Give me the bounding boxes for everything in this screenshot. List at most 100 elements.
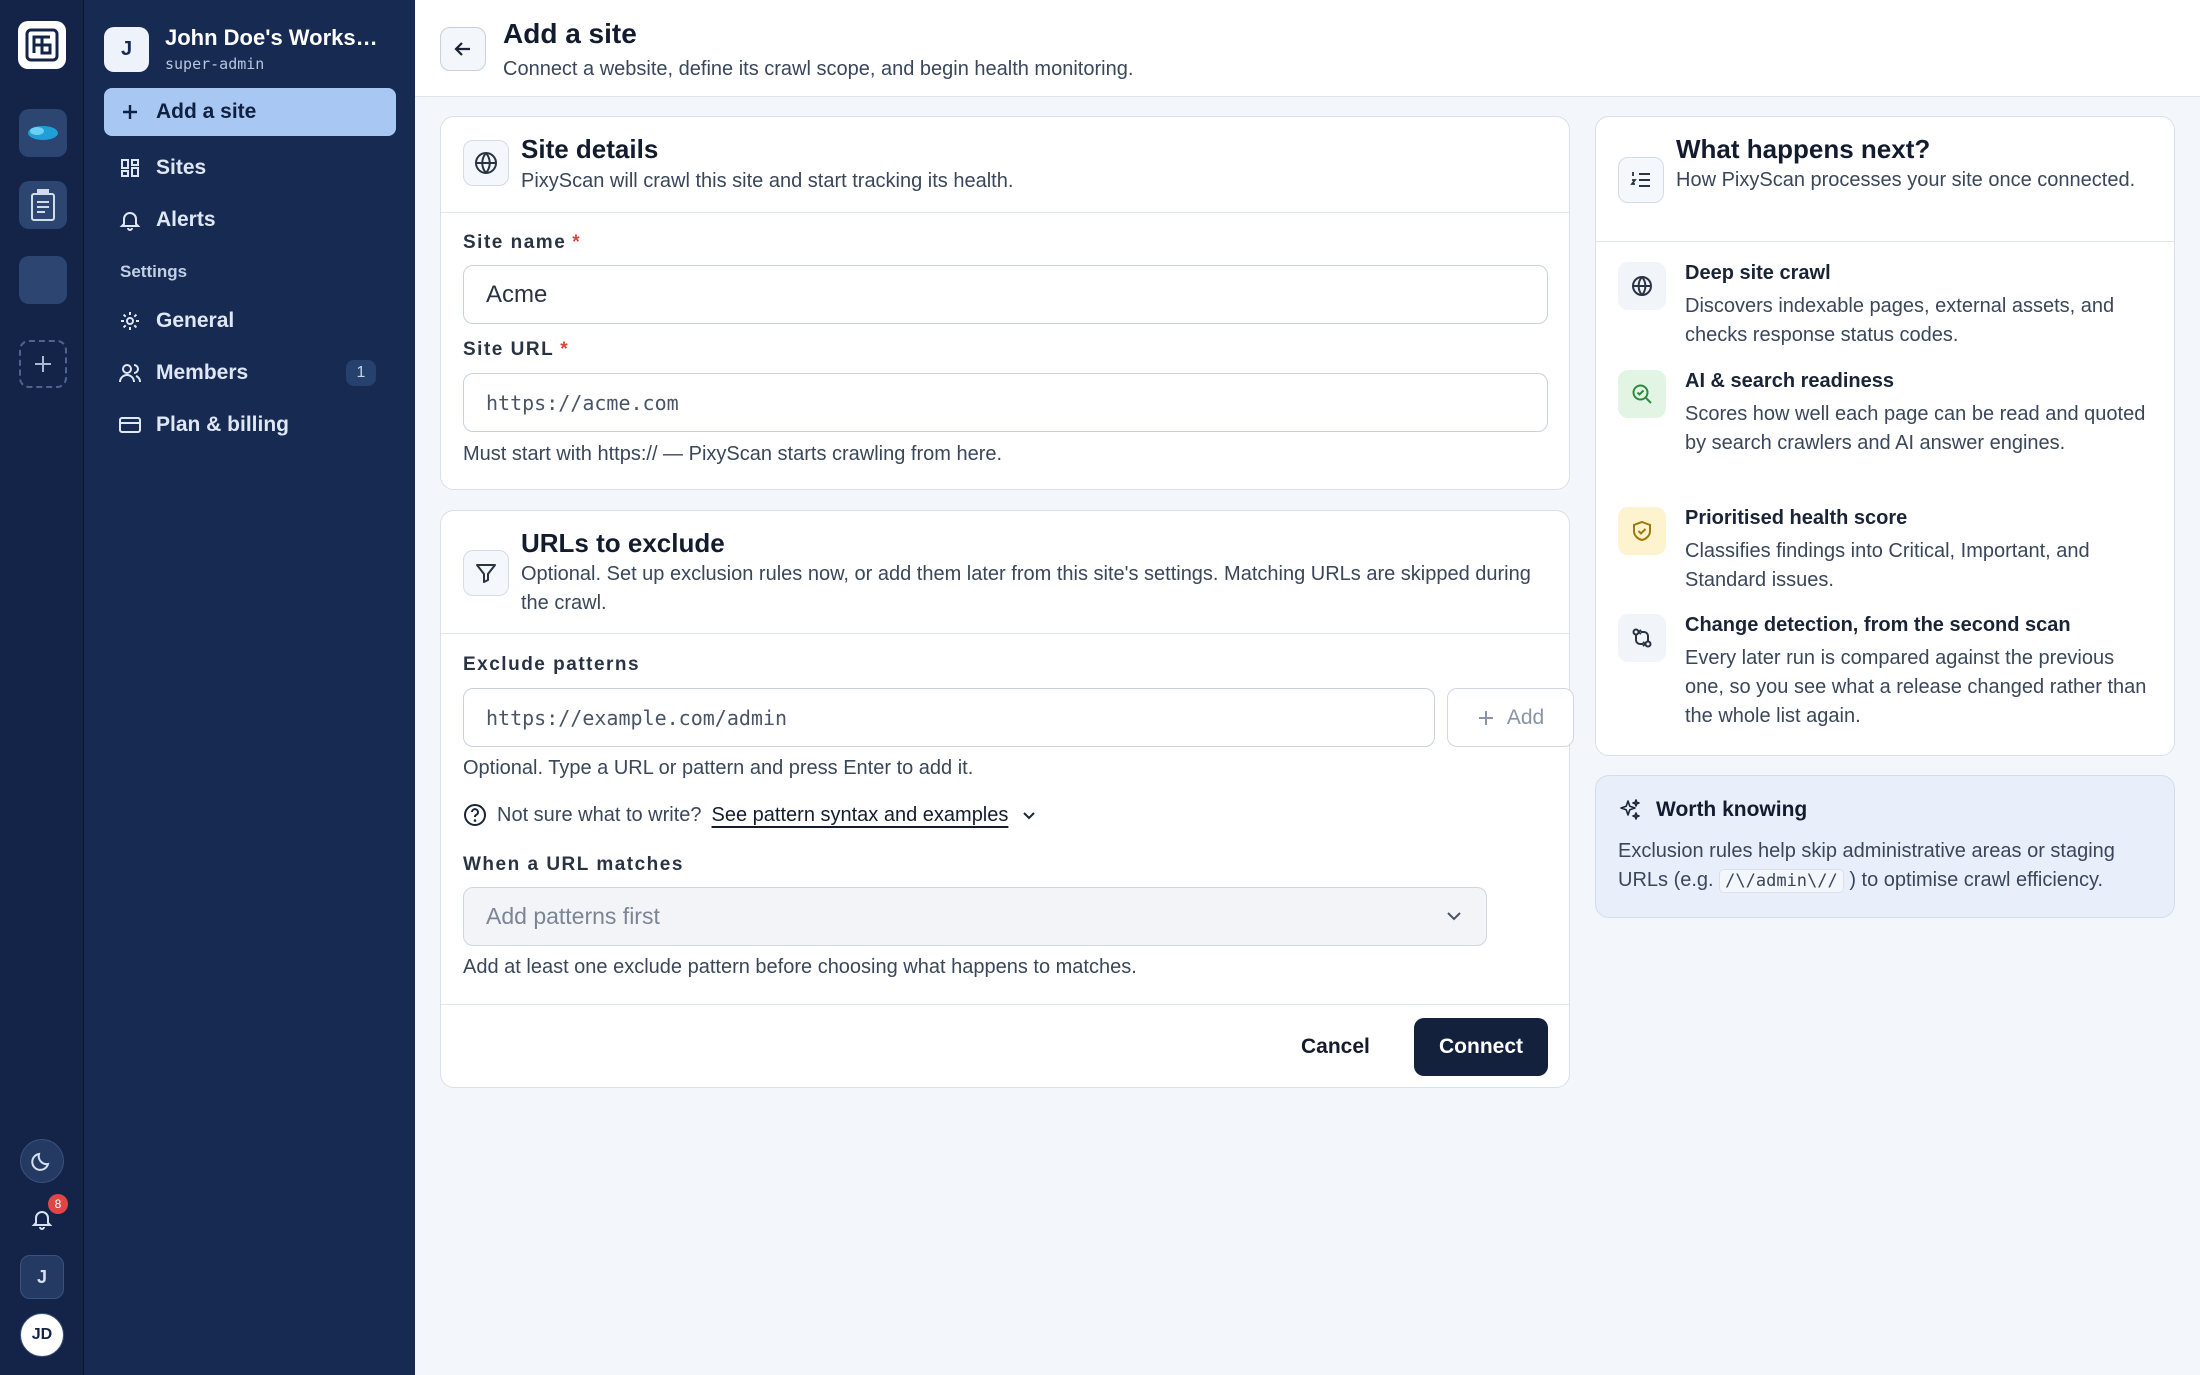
app-logo[interactable] — [18, 21, 66, 69]
site-tile-1[interactable] — [19, 109, 67, 157]
page-subtitle: Connect a website, define its crawl scop… — [503, 58, 1134, 80]
settings-section-label: Settings — [120, 262, 188, 281]
what-next-title: What happens next? — [1676, 134, 1931, 164]
divider — [441, 212, 1569, 213]
moon-icon — [31, 1152, 50, 1171]
site-name-label: Site name * — [463, 232, 581, 254]
pattern-syntax-link[interactable]: See pattern syntax and examples — [712, 804, 1009, 827]
nav-sites[interactable]: Sites — [104, 144, 396, 192]
site-url-label-text: Site URL — [463, 339, 555, 360]
back-button[interactable] — [440, 27, 486, 71]
gear-icon — [121, 312, 139, 330]
next-item: Deep site crawl Discovers indexable page… — [1618, 262, 2148, 352]
next-item-desc: Classifies findings into Critical, Impor… — [1685, 540, 2090, 591]
add-pattern-label: Add — [1506, 705, 1545, 729]
divider — [441, 1004, 1569, 1005]
plus-icon — [1478, 710, 1493, 725]
help-circle-icon — [464, 804, 486, 826]
exclude-title: URLs to exclude — [521, 528, 725, 558]
unsure-text: Not sure what to write? — [497, 803, 702, 826]
exclude-card: URLs to exclude Optional. Set up exclusi… — [440, 510, 1574, 1088]
nav-members-label: Members — [156, 361, 249, 384]
nav-alerts-label: Alerts — [156, 208, 216, 231]
search-check-icon — [1618, 370, 1666, 418]
when-matches-label: When a URL matches — [463, 854, 684, 875]
exclude-pattern-input[interactable]: https://example.com/admin — [463, 688, 1435, 747]
site-thumbnail-icon — [31, 189, 55, 221]
members-count-badge: 1 — [346, 360, 376, 386]
site-thumbnail-icon — [28, 126, 58, 140]
syntax-help-row: Not sure what to write? See pattern synt… — [463, 803, 1038, 827]
worth-text-after: ) to optimise crawl efficiency. — [1849, 869, 2104, 891]
chevron-down-icon — [1447, 912, 1461, 921]
worth-code-example: /\/admin\// — [1719, 869, 1844, 893]
worth-knowing-text: Exclusion rules help skip administrative… — [1618, 837, 2163, 896]
users-icon — [119, 364, 141, 383]
connect-button[interactable]: Connect — [1414, 1018, 1548, 1076]
nav-add-site[interactable]: Add a site — [104, 88, 396, 136]
nav-general[interactable]: General — [104, 297, 396, 345]
match-action-select[interactable]: Add patterns first — [463, 887, 1487, 946]
required-marker: * — [572, 232, 582, 253]
plus-icon — [123, 105, 137, 119]
workspace-switcher[interactable]: J — [20, 1255, 64, 1299]
sparkles-icon — [1620, 799, 1640, 820]
next-item-title: Change detection, from the second scan — [1685, 614, 2071, 636]
bell-icon — [119, 212, 141, 231]
workspace-role: super-admin — [165, 55, 265, 73]
notification-count-badge: 8 — [48, 1194, 68, 1214]
worth-knowing-panel: Worth knowing Exclusion rules help skip … — [1595, 775, 2175, 918]
nav-plan-billing[interactable]: Plan & billing — [104, 401, 396, 449]
nav-sites-label: Sites — [156, 156, 207, 179]
next-item-title: AI & search readiness — [1685, 370, 1894, 392]
next-item: Prioritised health score Classifies find… — [1618, 507, 2148, 597]
add-site-rail-button[interactable] — [19, 340, 67, 388]
page-title: Add a site — [503, 18, 637, 49]
next-item-desc: Discovers indexable pages, external asse… — [1685, 295, 2115, 346]
sidebar: J John Doe's Workspace super-admin Add a… — [84, 0, 415, 1375]
site-url-input[interactable]: https://acme.com — [463, 373, 1548, 432]
next-item: Change detection, from the second scan E… — [1618, 614, 2148, 734]
match-helper: Add at least one exclude pattern before … — [463, 956, 1137, 978]
arrow-left-icon — [454, 42, 470, 56]
globe-icon — [463, 140, 509, 186]
nav-alerts[interactable]: Alerts — [104, 196, 396, 244]
divider — [441, 633, 1569, 634]
add-pattern-button[interactable]: Add — [1447, 688, 1574, 747]
app-rail: 8 J JD — [0, 0, 84, 1375]
exclude-patterns-label: Exclude patterns — [463, 654, 641, 675]
logo-icon — [25, 28, 59, 62]
git-compare-icon — [1618, 614, 1666, 662]
match-action-value: Add patterns first — [486, 903, 660, 929]
theme-toggle-button[interactable] — [20, 1139, 64, 1183]
site-tile-2[interactable] — [19, 181, 67, 229]
divider — [1596, 241, 2174, 242]
next-item-desc: Scores how well each page can be read an… — [1685, 403, 2146, 454]
site-name-input[interactable]: Acme — [463, 265, 1548, 324]
nav-members[interactable]: Members 1 — [104, 349, 396, 397]
next-item: AI & search readiness Scores how well ea… — [1618, 370, 2148, 490]
site-tile-3[interactable] — [19, 256, 67, 304]
workspace-name: John Doe's Workspace — [165, 25, 390, 50]
cancel-button[interactable]: Cancel — [1301, 1018, 1370, 1076]
list-ordered-icon — [1618, 157, 1664, 203]
plus-icon — [35, 356, 51, 372]
pattern-helper: Optional. Type a URL or pattern and pres… — [463, 757, 974, 779]
page-header: Add a site Connect a website, define its… — [415, 0, 2200, 97]
workspace-avatar: J — [104, 26, 149, 72]
worth-knowing-header: Worth knowing — [1618, 798, 1807, 822]
nav-add-site-label: Add a site — [156, 100, 257, 123]
site-url-label: Site URL * — [463, 339, 569, 361]
site-details-card: Site details PixyScan will crawl this si… — [440, 116, 1570, 490]
site-url-helper: Must start with https:// — PixyScan star… — [463, 443, 1003, 465]
site-details-title: Site details — [521, 134, 659, 164]
exclude-description: Optional. Set up exclusion rules now, or… — [521, 563, 1531, 614]
grid-icon — [121, 159, 139, 177]
workspace-header[interactable]: J John Doe's Workspace super-admin — [104, 25, 390, 73]
worth-knowing-title: Worth knowing — [1656, 798, 1808, 821]
chevron-down-icon[interactable] — [1020, 806, 1038, 824]
user-avatar[interactable]: JD — [20, 1313, 64, 1357]
what-next-card: What happens next? How PixyScan processe… — [1595, 116, 2175, 756]
next-item-title: Deep site crawl — [1685, 262, 1831, 284]
shield-check-icon — [1618, 507, 1666, 555]
